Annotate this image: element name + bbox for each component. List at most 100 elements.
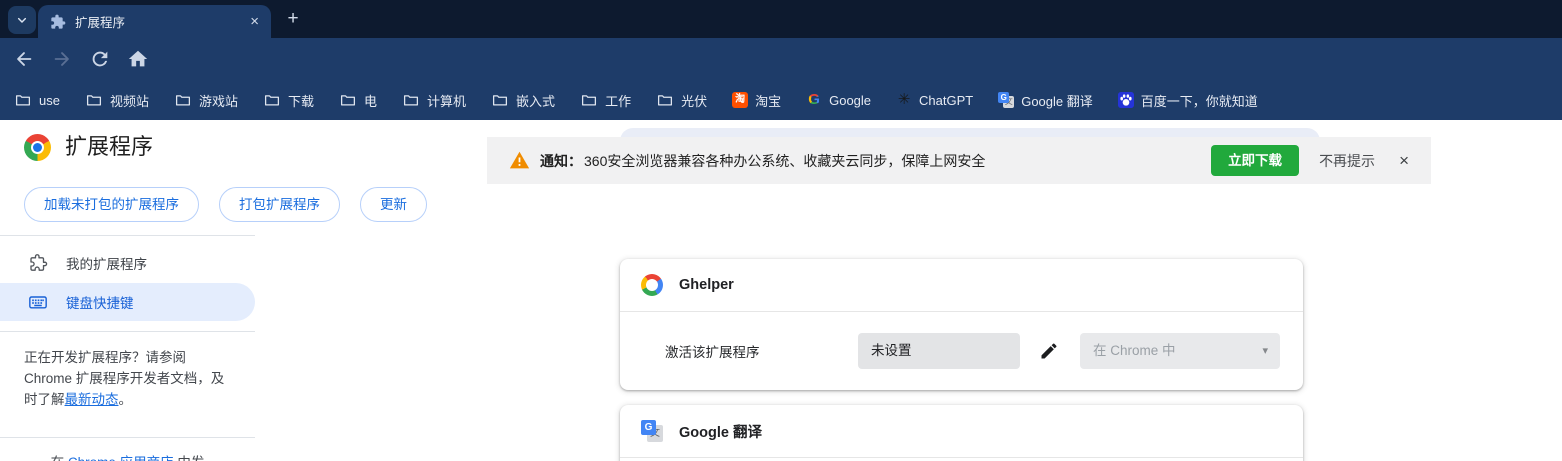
bookmark-folder-computer[interactable]: 计算机 — [402, 91, 466, 110]
bookmark-folder-embedded[interactable]: 嵌入式 — [491, 91, 555, 110]
edit-pencil-icon[interactable] — [1039, 341, 1059, 361]
bookmark-label: Google 翻译 — [1021, 93, 1093, 109]
folder-icon — [658, 95, 673, 106]
google-translate-icon — [641, 420, 663, 442]
ghelper-icon — [641, 274, 663, 296]
bookmark-google-translate[interactable]: Google 翻译 — [998, 91, 1093, 110]
bookmark-folder-use[interactable]: use — [14, 91, 60, 109]
notification-prefix: 通知： — [540, 152, 582, 169]
warning-icon — [509, 151, 530, 169]
tab-close-icon[interactable]: × — [250, 14, 259, 29]
chrome-web-store-link[interactable]: Chrome 应用商店 — [68, 455, 174, 461]
extension-name: Ghelper — [679, 277, 734, 293]
scope-value: 在 Chrome 中 — [1093, 343, 1176, 358]
bookmark-folder-solar[interactable]: 光伏 — [656, 91, 707, 110]
keyboard-icon — [29, 296, 47, 309]
bookmark-label: ChatGPT — [919, 92, 974, 108]
pack-extension-button[interactable]: 打包扩展程序 — [219, 187, 340, 222]
sidebar-divider — [0, 235, 255, 236]
folder-icon — [175, 95, 190, 106]
tab-search-button[interactable] — [8, 6, 36, 34]
page-title: 扩展程序 — [65, 134, 154, 159]
sidebar-item-label: 我的扩展程序 — [66, 257, 147, 272]
card-header: Ghelper — [620, 259, 1303, 312]
load-unpacked-button[interactable]: 加载未打包的扩展程序 — [24, 187, 199, 222]
bookmark-label: 光伏 — [681, 93, 708, 109]
taobao-icon — [732, 92, 749, 108]
sidebar-item-keyboard-shortcuts[interactable]: 键盘快捷键 — [0, 283, 255, 321]
shortcut-scope-dropdown[interactable]: 在 Chrome 中 ▾ — [1080, 333, 1280, 369]
puzzle-favicon-icon — [51, 14, 66, 29]
bookmark-label: 淘宝 — [755, 93, 782, 109]
dropdown-caret-icon: ▾ — [1262, 345, 1268, 357]
developer-actions: 加载未打包的扩展程序 打包扩展程序 更新 — [24, 187, 427, 222]
bookmark-folder-work[interactable]: 工作 — [580, 91, 631, 110]
web-store-note: 在 Chrome 应用商店 中发 — [0, 438, 255, 461]
bookmark-google[interactable]: Google — [806, 92, 871, 108]
tab-title: 扩展程序 — [75, 16, 126, 30]
dev-note-text-after: 。 — [118, 392, 133, 407]
bookmark-label: 工作 — [605, 93, 632, 109]
browser-toolbar: Chrome chrome://extensions/shortcuts — [0, 38, 1562, 116]
google-g-icon — [806, 92, 822, 108]
bookmark-folder-games[interactable]: 游戏站 — [174, 91, 238, 110]
extension-card-ghelper: Ghelper 激活该扩展程序 未设置 在 Chrome 中 ▾ — [620, 259, 1303, 390]
update-button[interactable]: 更新 — [360, 187, 427, 222]
bookmark-folder-downloads[interactable]: 下载 — [263, 91, 314, 110]
tab-strip: 扩展程序 × + — [0, 0, 1562, 38]
shortcut-label: 激活该扩展程序 — [665, 345, 760, 360]
chrome-logo — [24, 134, 51, 161]
folder-icon — [404, 95, 419, 106]
folder-icon — [341, 95, 356, 106]
bookmark-baidu[interactable]: 百度一下，你就知道 — [1117, 91, 1258, 110]
store-note-text: 在 — [51, 455, 68, 461]
folder-icon — [264, 95, 280, 106]
dont-remind-button[interactable]: 不再提示 — [1319, 151, 1375, 171]
extensions-page: 扩展程序 通知： 360安全浏览器兼容各种办公系统、收藏夹云同步，保障上网安全 … — [0, 120, 1562, 461]
browser-window: 扩展程序 × + Chrome chrome://extensions/shor… — [0, 0, 1562, 461]
bookmark-label: 视频站 — [109, 93, 149, 109]
home-icon[interactable] — [127, 48, 149, 70]
notification-message: 360安全浏览器兼容各种办公系统、收藏夹云同步，保障上网安全 — [584, 152, 986, 169]
shortcut-cards: Ghelper 激活该扩展程序 未设置 在 Chrome 中 ▾ Google … — [620, 259, 1303, 461]
back-icon[interactable] — [13, 48, 35, 70]
bookmark-label: use — [39, 92, 60, 108]
notification-close-icon[interactable]: × — [1399, 152, 1409, 169]
sidebar: 我的扩展程序 键盘快捷键 正在开发扩展程序？请参阅 Chrome 扩展程序开发者… — [0, 235, 255, 461]
shortcut-key-input[interactable]: 未设置 — [858, 333, 1020, 369]
whats-new-link[interactable]: 最新动态 — [65, 392, 119, 407]
sidebar-item-label: 键盘快捷键 — [66, 296, 134, 311]
bookmark-label: 计算机 — [427, 93, 467, 109]
card-header: Google 翻译 — [620, 405, 1303, 458]
browser-tab-extensions[interactable]: 扩展程序 × — [38, 5, 271, 38]
bookmark-folder-electric[interactable]: 电 — [339, 91, 377, 110]
store-note-text-after: 中发 — [174, 455, 204, 461]
bookmark-label: 游戏站 — [198, 93, 238, 109]
download-now-button[interactable]: 立即下载 — [1211, 144, 1300, 177]
baidu-paw-icon — [1117, 92, 1134, 108]
refresh-icon[interactable] — [89, 48, 111, 70]
bookmark-chatgpt[interactable]: ChatGPT — [896, 92, 973, 108]
extension-card-google-translate: Google 翻译 — [620, 405, 1303, 461]
bookmark-taobao[interactable]: 淘宝 — [732, 91, 781, 110]
shortcut-row: 激活该扩展程序 未设置 在 Chrome 中 ▾ — [620, 312, 1303, 390]
chatgpt-icon — [896, 92, 912, 108]
folder-icon — [86, 95, 101, 106]
notification-banner: 通知： 360安全浏览器兼容各种办公系统、收藏夹云同步，保障上网安全 立即下载 … — [487, 137, 1431, 184]
forward-icon[interactable] — [51, 48, 73, 70]
bookmarks-bar: use 视频站 游戏站 下载 电 计算机 嵌入式 工作 光伏 淘宝 Google… — [0, 80, 1562, 120]
bookmark-label: 嵌入式 — [516, 93, 556, 109]
sidebar-item-my-extensions[interactable]: 我的扩展程序 — [0, 243, 255, 283]
new-tab-button[interactable]: + — [282, 8, 304, 30]
folder-icon — [15, 95, 31, 106]
bookmark-folder-video[interactable]: 视频站 — [85, 91, 149, 110]
bookmark-label: 百度一下，你就知道 — [1140, 93, 1258, 109]
extension-name: Google 翻译 — [679, 424, 762, 441]
folder-icon — [582, 95, 597, 106]
folder-icon — [493, 95, 508, 106]
bookmark-label: 下载 — [288, 93, 315, 109]
bookmark-label: Google — [829, 92, 872, 108]
chevron-down-icon — [17, 17, 27, 23]
google-translate-icon — [998, 92, 1015, 108]
bookmark-label: 电 — [364, 93, 378, 109]
